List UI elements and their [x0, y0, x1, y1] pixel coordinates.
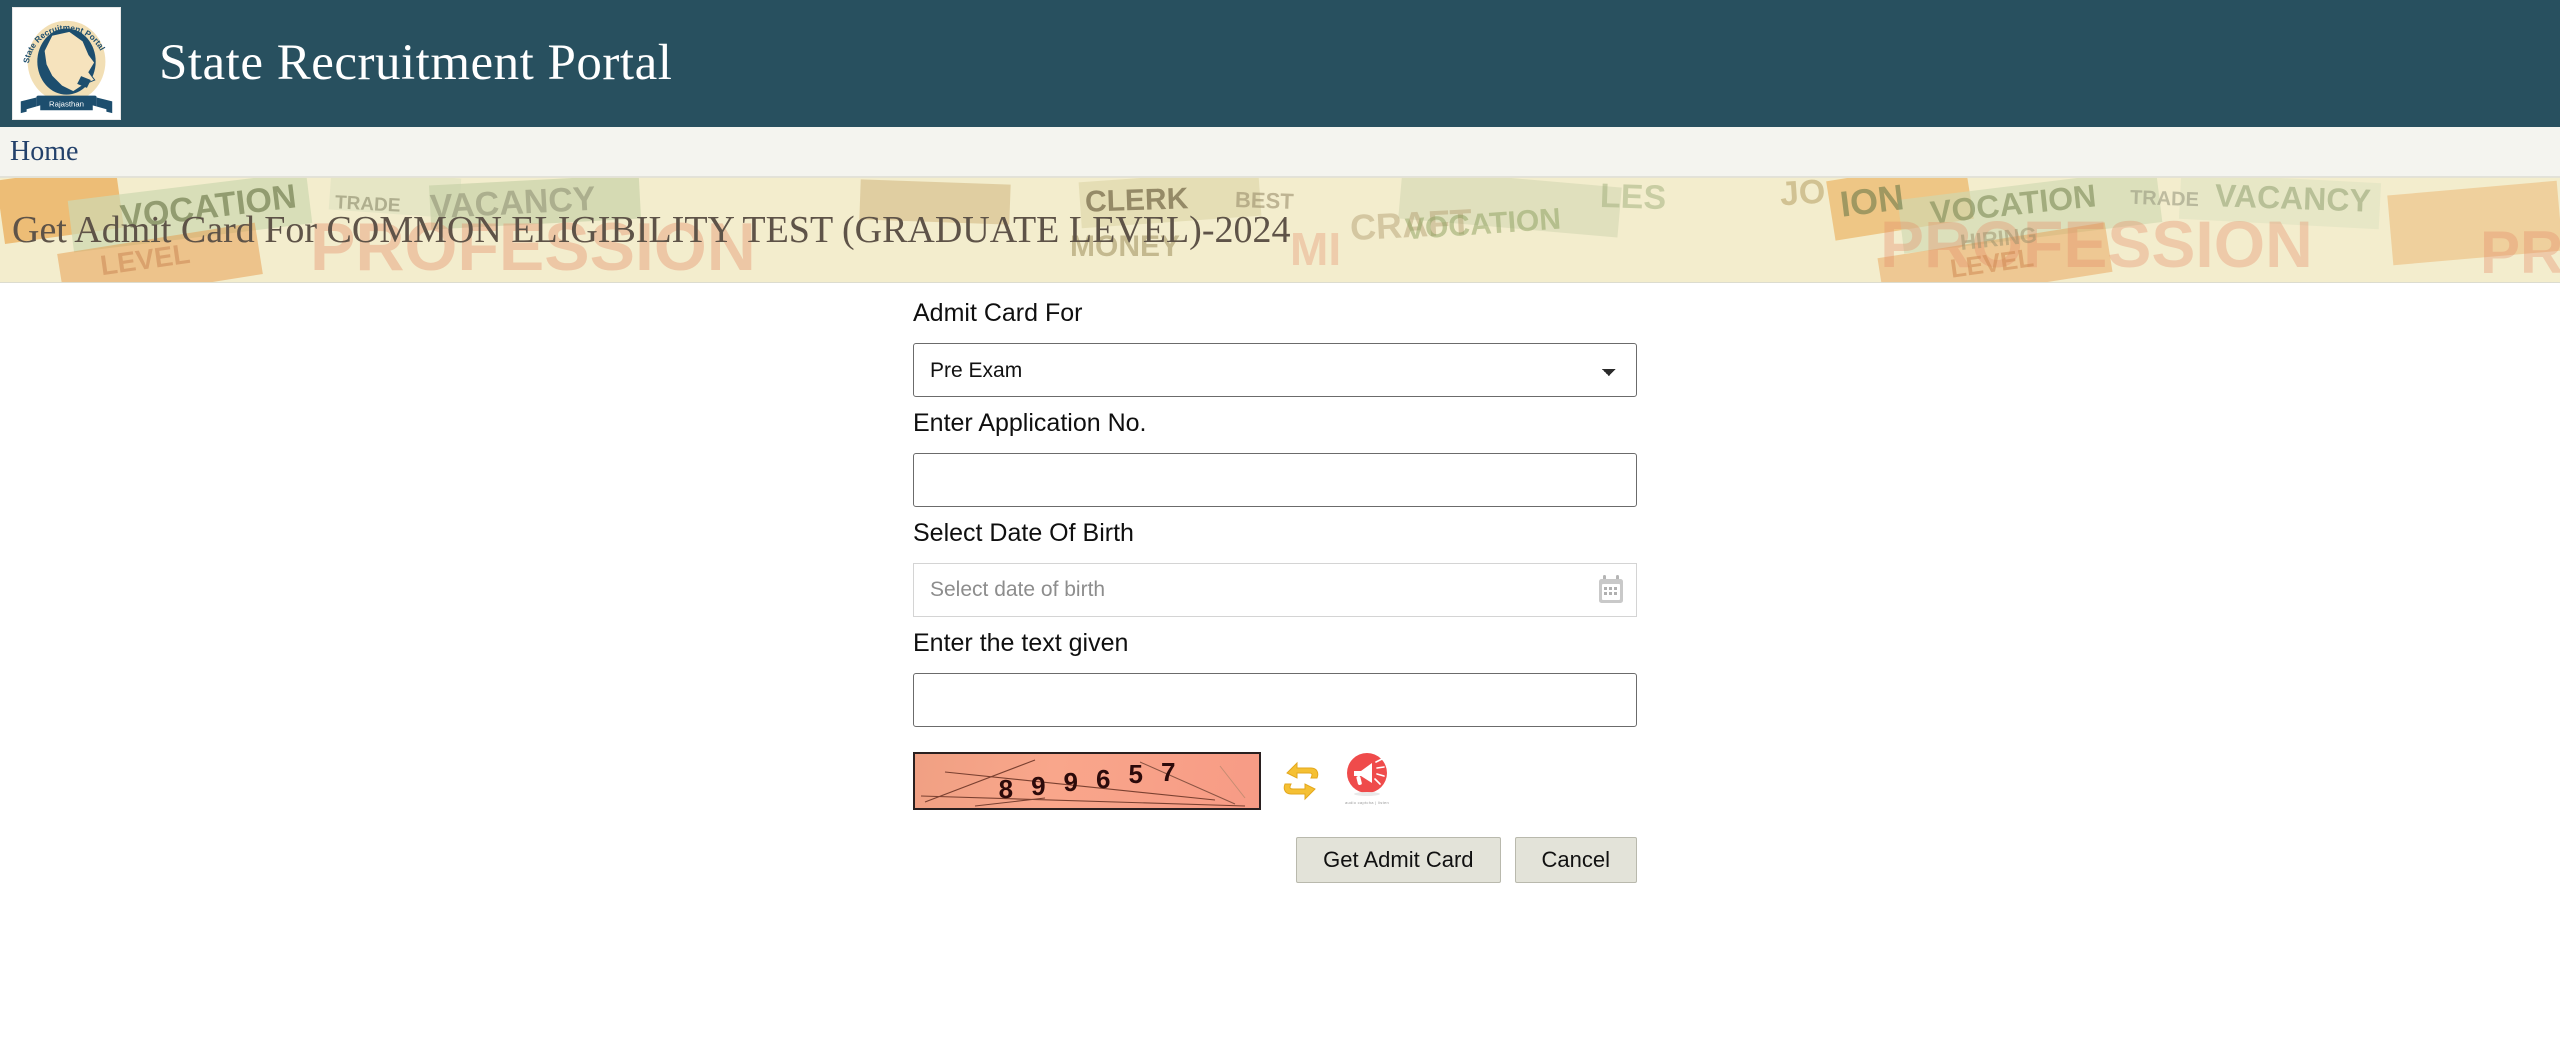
captcha-digit: 5 — [1128, 758, 1143, 789]
audio-speaker-icon[interactable] — [1344, 751, 1390, 797]
captcha-digit: 6 — [1096, 763, 1111, 794]
refresh-icon[interactable] — [1281, 757, 1321, 805]
date-of-birth-wrapper — [913, 563, 1637, 617]
captcha-image: 8 9 9 6 5 7 — [913, 752, 1261, 810]
date-of-birth-input[interactable] — [913, 563, 1637, 617]
application-no-label: Enter Application No. — [913, 409, 1147, 437]
captcha-digit: 7 — [1160, 756, 1176, 787]
cancel-button[interactable]: Cancel — [1514, 837, 1637, 883]
captcha-digit: 9 — [1031, 770, 1046, 801]
audio-captcha-control[interactable]: audio captcha | listen — [1341, 751, 1393, 811]
portal-logo: State Recruitment Portal Rajasthan — [12, 7, 121, 120]
admit-card-form: Admit Card For Pre Exam Enter Applicatio… — [913, 301, 1637, 883]
field-admit-card-for: Admit Card For Pre Exam — [913, 301, 1637, 397]
captcha-digit: 9 — [1063, 766, 1078, 797]
svg-text:Rajasthan: Rajasthan — [49, 99, 84, 108]
banner-title: Get Admit Card For COMMON ELIGIBILITY TE… — [12, 209, 1291, 251]
captcha-text-input[interactable] — [913, 673, 1637, 727]
application-no-input[interactable] — [913, 453, 1637, 507]
audio-captcha-caption: audio captcha | listen — [1344, 800, 1390, 805]
captcha-digit: 8 — [998, 773, 1014, 804]
admit-card-for-label: Admit Card For — [913, 299, 1083, 327]
nav-item-home[interactable]: Home — [10, 137, 78, 166]
page-body: Admit Card For Pre Exam Enter Applicatio… — [0, 283, 2560, 1041]
main-nav: Home — [0, 127, 2560, 177]
emblem-icon: State Recruitment Portal Rajasthan — [20, 20, 113, 117]
captcha-digits: 8 9 9 6 5 7 — [915, 754, 1259, 808]
date-of-birth-label: Select Date Of Birth — [913, 519, 1134, 547]
admit-card-for-select[interactable]: Pre Exam — [913, 343, 1637, 397]
site-header: State Recruitment Portal Rajasthan State… — [0, 0, 2560, 127]
captcha-text-label: Enter the text given — [913, 629, 1129, 657]
get-admit-card-button[interactable]: Get Admit Card — [1296, 837, 1501, 883]
field-date-of-birth: Select Date Of Birth — [913, 521, 1637, 617]
field-captcha-text: Enter the text given — [913, 631, 1637, 727]
captcha-row: 8 9 9 6 5 7 audio captcha | listen — [913, 751, 1637, 811]
form-buttons: Get Admit Card Cancel — [913, 837, 1637, 883]
site-title: State Recruitment Portal — [159, 35, 673, 91]
page-banner: VOCATION TRADE VACANCY CLERK BEST CRAFT … — [0, 177, 2560, 283]
field-application-no: Enter Application No. — [913, 411, 1637, 507]
